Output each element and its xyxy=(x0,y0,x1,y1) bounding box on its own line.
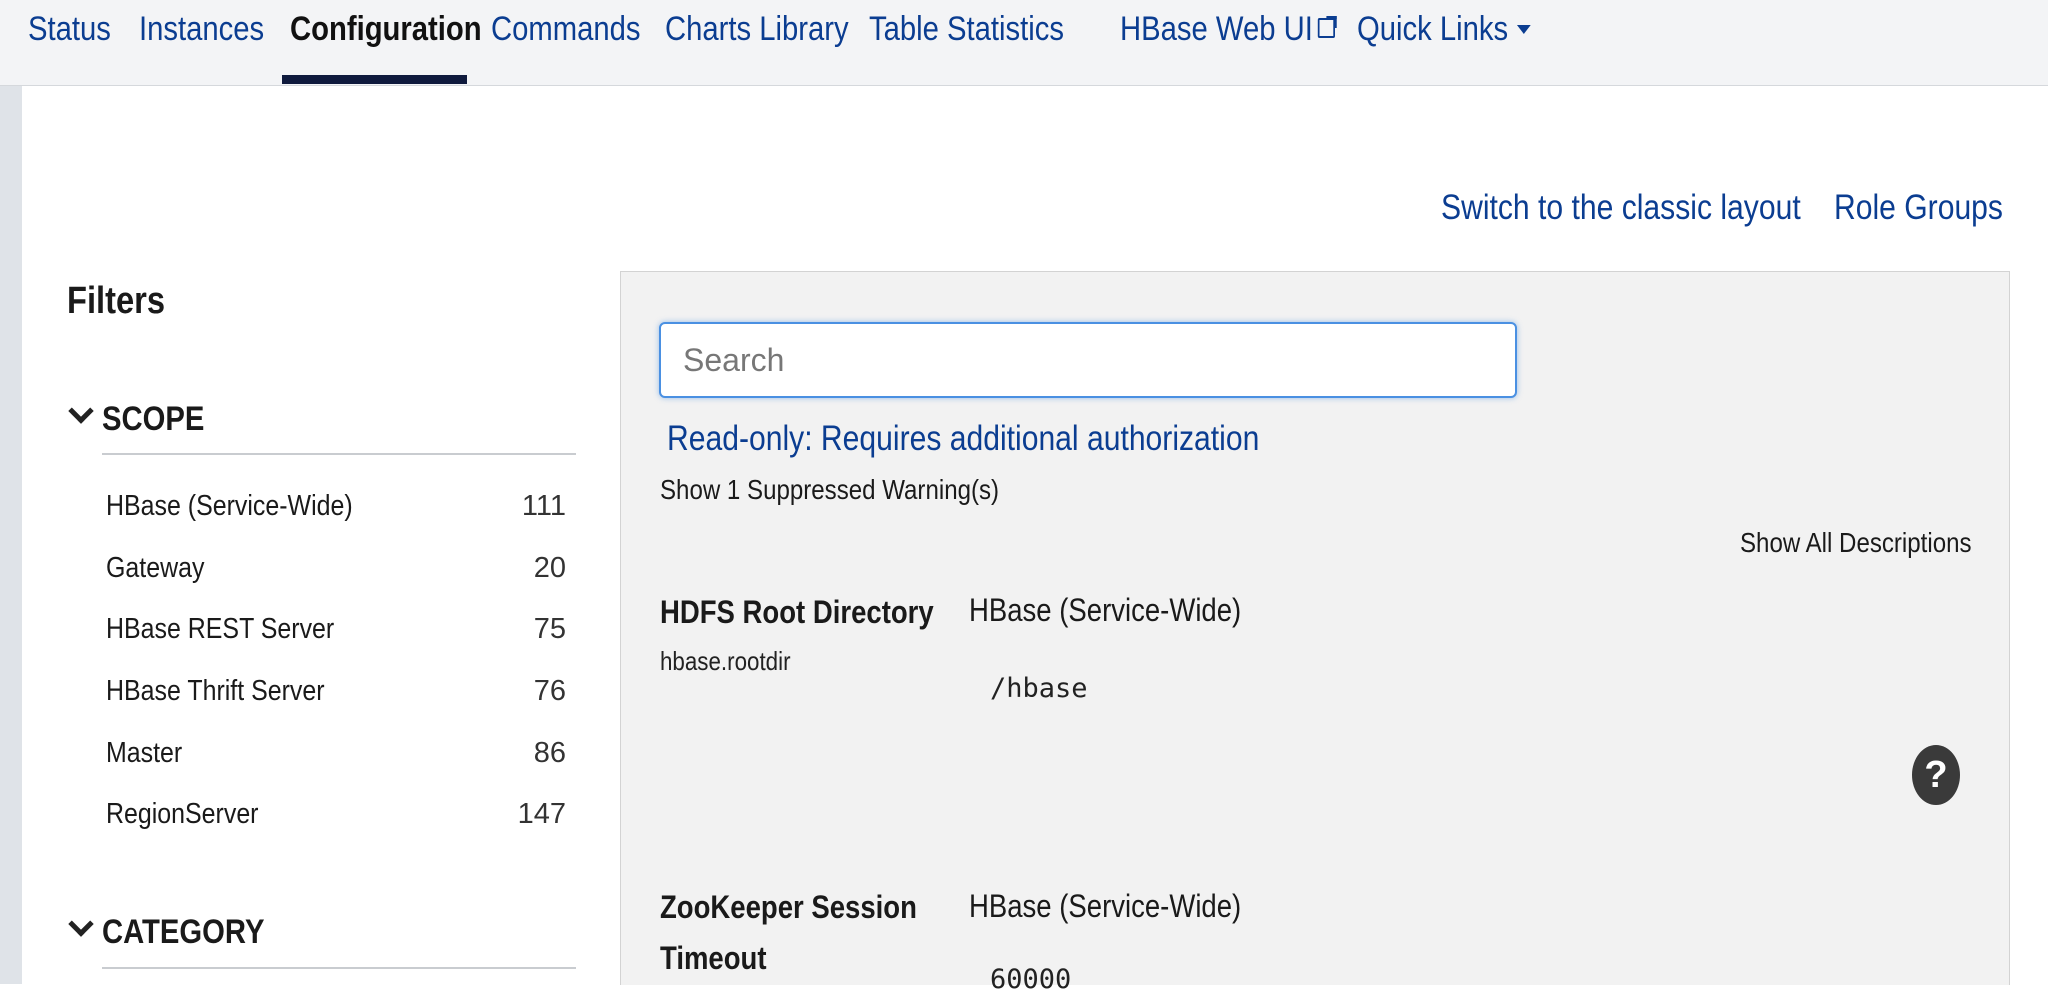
tab-table-statistics[interactable]: Table Statistics xyxy=(869,0,1064,58)
scope-item-count: 75 xyxy=(533,613,566,645)
property-name: HDFS Root Directory xyxy=(660,594,934,630)
tab-quick-links-label: Quick Links xyxy=(1357,10,1509,48)
property-value: /hbase xyxy=(990,673,1088,704)
property-scope: HBase (Service-Wide) xyxy=(969,888,1242,924)
readonly-notice: Read-only: Requires additional authoriza… xyxy=(667,419,1260,458)
property-name-line1: ZooKeeper Session xyxy=(660,889,917,925)
chevron-down-icon xyxy=(68,911,94,937)
property-value: 60000 xyxy=(990,964,1072,995)
scope-item-hbase-service-wide[interactable]: HBase (Service-Wide) 111 xyxy=(106,490,566,530)
chevron-down-icon xyxy=(68,398,94,424)
property-scope: HBase (Service-Wide) xyxy=(969,592,1242,628)
tab-configuration[interactable]: Configuration xyxy=(290,0,482,58)
classic-layout-link[interactable]: Switch to the classic layout xyxy=(1441,188,1801,228)
caret-down-icon xyxy=(1516,25,1531,34)
scope-section-toggle[interactable]: SCOPE xyxy=(68,398,221,439)
scope-item-count: 86 xyxy=(533,737,566,769)
show-suppressed-warnings-link[interactable]: Show 1 Suppressed Warning(s) xyxy=(660,474,999,506)
active-tab-indicator xyxy=(282,75,467,84)
scope-item-label: HBase (Service-Wide) xyxy=(106,490,353,522)
property-key: hbase.rootdir xyxy=(660,646,791,676)
show-all-descriptions-link[interactable]: Show All Descriptions xyxy=(1740,527,1972,559)
scope-item-regionserver[interactable]: RegionServer 147 xyxy=(106,798,566,838)
tab-quick-links[interactable]: Quick Links xyxy=(1357,0,1531,58)
top-nav: Status Instances Configuration Commands … xyxy=(0,0,2048,86)
scope-item-count: 111 xyxy=(521,490,566,522)
property-name-line2: Timeout xyxy=(660,940,767,976)
filters-title: Filters xyxy=(67,280,166,322)
tab-instances[interactable]: Instances xyxy=(139,0,264,58)
search-input[interactable] xyxy=(659,322,1517,398)
category-heading: CATEGORY xyxy=(102,913,265,951)
scope-item-hbase-thrift-server[interactable]: HBase Thrift Server 76 xyxy=(106,675,566,715)
tab-hbase-web-ui[interactable]: HBase Web UI xyxy=(1120,0,1337,58)
tab-charts-library[interactable]: Charts Library xyxy=(665,0,849,58)
scope-item-master[interactable]: Master 86 xyxy=(106,737,566,777)
scope-heading: SCOPE xyxy=(102,400,205,438)
scope-item-label: RegionServer xyxy=(106,798,259,830)
external-link-icon xyxy=(1318,16,1337,38)
scope-item-gateway[interactable]: Gateway 20 xyxy=(106,552,566,592)
help-icon[interactable]: ? xyxy=(1912,745,1960,805)
scope-item-count: 20 xyxy=(533,552,566,584)
tab-commands[interactable]: Commands xyxy=(491,0,641,58)
category-section-toggle[interactable]: CATEGORY xyxy=(68,911,291,952)
scope-item-label: HBase REST Server xyxy=(106,613,335,645)
role-groups-link[interactable]: Role Groups xyxy=(1834,188,2003,228)
tab-hbase-web-ui-label: HBase Web UI xyxy=(1120,10,1313,48)
category-divider xyxy=(102,967,576,969)
left-rail xyxy=(0,86,22,984)
tab-status[interactable]: Status xyxy=(28,0,111,58)
scope-item-count: 76 xyxy=(533,675,566,707)
scope-item-label: Gateway xyxy=(106,552,205,584)
scope-item-hbase-rest-server[interactable]: HBase REST Server 75 xyxy=(106,613,566,653)
scope-item-label: Master xyxy=(106,737,183,769)
scope-item-count: 147 xyxy=(517,798,566,830)
scope-divider xyxy=(102,453,576,455)
scope-item-label: HBase Thrift Server xyxy=(106,675,325,707)
